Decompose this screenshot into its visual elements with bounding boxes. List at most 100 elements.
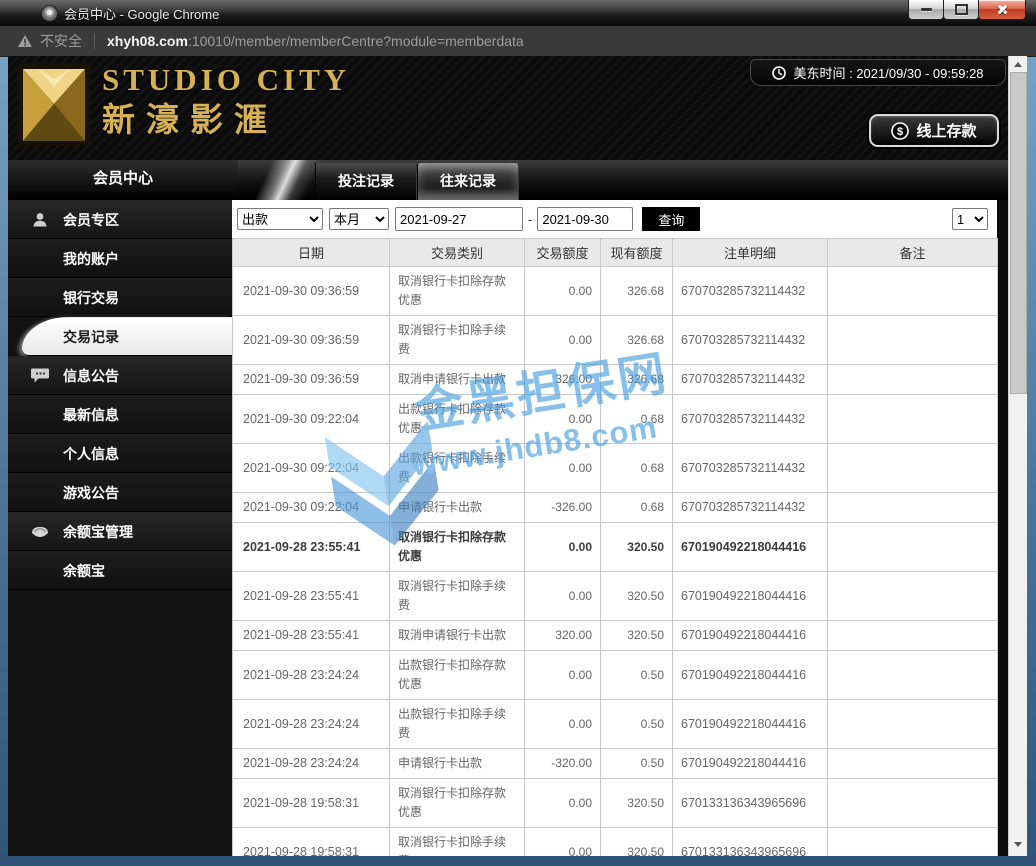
sidebar-item-bank-transactions[interactable]: 银行交易 [8, 278, 232, 317]
cell-date: 2021-09-28 23:24:24 [232, 748, 390, 779]
cell-balance: 320.50 [600, 571, 673, 621]
transaction-type-select[interactable]: 出款 [237, 208, 323, 230]
sidebar-item-transaction-records[interactable]: 交易记录 [22, 317, 232, 356]
server-time-label: 美东时间 : 2021/09/30 - 09:59:28 [793, 66, 984, 81]
table-row: 2021-09-28 23:55:41 取消申请银行卡出款 320.00 320.50… [232, 620, 998, 651]
dollar-icon: $ [891, 121, 910, 140]
cell-amount: 326.00 [524, 364, 601, 395]
search-button[interactable]: 查询 [642, 207, 701, 231]
cell-detail: 670190492218044416 [672, 699, 828, 749]
clock-icon [772, 65, 787, 80]
cell-date: 2021-09-28 23:24:24 [232, 699, 390, 749]
period-select[interactable]: 本月 [329, 208, 389, 230]
sidebar-item-yuebao[interactable]: 余额宝 [8, 551, 232, 590]
table-row: 2021-09-28 23:24:24 申请银行卡出款 -320.00 0.50 670… [232, 748, 998, 779]
window-controls [908, 0, 1026, 20]
cell-type: 出款银行卡扣除存款优惠 [389, 394, 525, 444]
table-row: 2021-09-28 23:55:41 取消银行卡扣除存款优惠 0.00 320.50… [232, 522, 998, 572]
nav-bar: 会员中心 投注记录 往来记录 [8, 160, 1008, 200]
cell-date: 2021-09-28 19:58:31 [232, 778, 390, 828]
cell-remark [827, 699, 998, 749]
cell-amount: 0.00 [524, 315, 601, 365]
brand-title: STUDIO CITY [102, 62, 351, 97]
tab-transaction-history[interactable]: 往来记录 [417, 163, 519, 200]
cell-amount: 0.00 [524, 571, 601, 621]
table-header-row: 日期 交易类别 交易额度 现有额度 注单明细 备注 [232, 238, 998, 267]
table-header-1: 交易类别 [389, 238, 525, 267]
chrome-icon [42, 5, 57, 21]
cell-amount: 0.00 [524, 443, 601, 493]
cell-detail: 670190492218044416 [672, 748, 828, 779]
cell-detail: 670703285732114432 [672, 394, 828, 444]
cell-date: 2021-09-28 23:55:41 [232, 571, 390, 621]
cell-type: 出款银行卡扣除存款优惠 [389, 650, 525, 700]
user-icon [30, 211, 50, 229]
cell-amount: 320.00 [524, 620, 601, 651]
cell-detail: 670703285732114432 [672, 492, 828, 523]
cell-date: 2021-09-30 09:22:04 [232, 394, 390, 444]
cell-balance: 0.68 [600, 492, 673, 523]
cell-detail: 670133136343965696 [672, 778, 828, 828]
sidebar-item-game-announcements[interactable]: 游戏公告 [8, 473, 232, 512]
message-icon [30, 367, 50, 384]
cell-amount: 0.00 [524, 699, 601, 749]
vertical-scrollbar[interactable] [1008, 56, 1027, 856]
scroll-up-icon[interactable] [1009, 56, 1027, 72]
cell-amount: 0.00 [524, 650, 601, 700]
date-to-input[interactable] [537, 207, 634, 231]
cell-balance: 0.50 [600, 748, 673, 779]
cell-remark [827, 364, 998, 395]
sidebar-group-yuebao-management[interactable]: 余额宝管理 [8, 512, 232, 551]
cell-amount: -320.00 [524, 748, 601, 779]
cell-date: 2021-09-30 09:36:59 [232, 315, 390, 365]
cell-amount: 0.00 [524, 827, 601, 856]
cell-date: 2021-09-28 23:55:41 [232, 522, 390, 572]
maximize-icon [954, 4, 968, 15]
sidebar-item-my-account[interactable]: 我的账户 [8, 239, 232, 278]
brand-text: STUDIO CITY 新濠影滙 [102, 61, 350, 141]
cell-type: 取消银行卡扣除手续费 [389, 571, 525, 621]
cell-date: 2021-09-28 19:58:31 [232, 827, 390, 856]
page-number-select[interactable]: 1 [952, 208, 988, 230]
cell-date: 2021-09-30 09:22:04 [232, 443, 390, 493]
sidebar-group-member-zone[interactable]: 会员专区 [8, 200, 232, 239]
sidebar-item-personal-info[interactable]: 个人信息 [8, 434, 232, 473]
browser-window: 会员中心 - Google Chrome 不安全 xhyh08.com :100… [0, 0, 1036, 866]
address-bar[interactable]: 不安全 xhyh08.com :10010/member/memberCentr… [0, 26, 1036, 57]
cell-type: 取消申请银行卡出款 [389, 620, 525, 651]
online-deposit-label: 线上存款 [916, 123, 977, 140]
cell-balance: 0.50 [600, 699, 673, 749]
svg-text:$: $ [897, 126, 903, 138]
cell-date: 2021-09-30 09:22:04 [232, 492, 390, 523]
minimize-button[interactable] [908, 0, 944, 20]
maximize-button[interactable] [943, 0, 979, 20]
cell-type: 申请银行卡出款 [389, 492, 525, 523]
cell-remark [827, 522, 998, 572]
tab-bet-records[interactable]: 投注记录 [315, 163, 417, 200]
sidebar-item-latest-info[interactable]: 最新信息 [8, 395, 232, 434]
cell-date: 2021-09-28 23:24:24 [232, 650, 390, 700]
table-header-4: 注单明细 [672, 238, 828, 267]
table-row: 2021-09-28 19:58:31 取消银行卡扣除存款优惠 0.00 320.50… [232, 778, 998, 828]
cell-detail: 670703285732114432 [672, 266, 828, 316]
cell-balance: 320.50 [600, 620, 673, 651]
close-button[interactable] [978, 0, 1026, 20]
scrollbar-thumb[interactable] [1010, 72, 1027, 394]
date-from-input[interactable] [395, 207, 523, 231]
sidebar-group-info-announcements[interactable]: 信息公告 [8, 356, 232, 395]
cell-type: 取消银行卡扣除存款优惠 [389, 522, 525, 572]
table-row: 2021-09-30 09:36:59 取消申请银行卡出款 326.00 326.68… [232, 364, 998, 395]
cell-amount: 0.00 [524, 394, 601, 444]
address-separator [94, 33, 95, 49]
cell-remark [827, 748, 998, 779]
record-tabs: 投注记录 往来记录 [315, 163, 519, 200]
table-row: 2021-09-30 09:22:04 出款银行卡扣除存款优惠 0.00 0.68 67… [232, 394, 998, 444]
sidebar-group-label: 信息公告 [63, 367, 119, 384]
cell-type: 申请银行卡出款 [389, 748, 525, 779]
scroll-down-icon[interactable] [1009, 836, 1027, 852]
online-deposit-button[interactable]: $ 线上存款 [869, 114, 999, 147]
cell-type: 取消银行卡扣除手续费 [389, 315, 525, 365]
cell-type: 出款银行卡扣除手续费 [389, 443, 525, 493]
cell-detail: 670703285732114432 [672, 364, 828, 395]
sidebar-group-label: 余额宝管理 [63, 523, 133, 540]
